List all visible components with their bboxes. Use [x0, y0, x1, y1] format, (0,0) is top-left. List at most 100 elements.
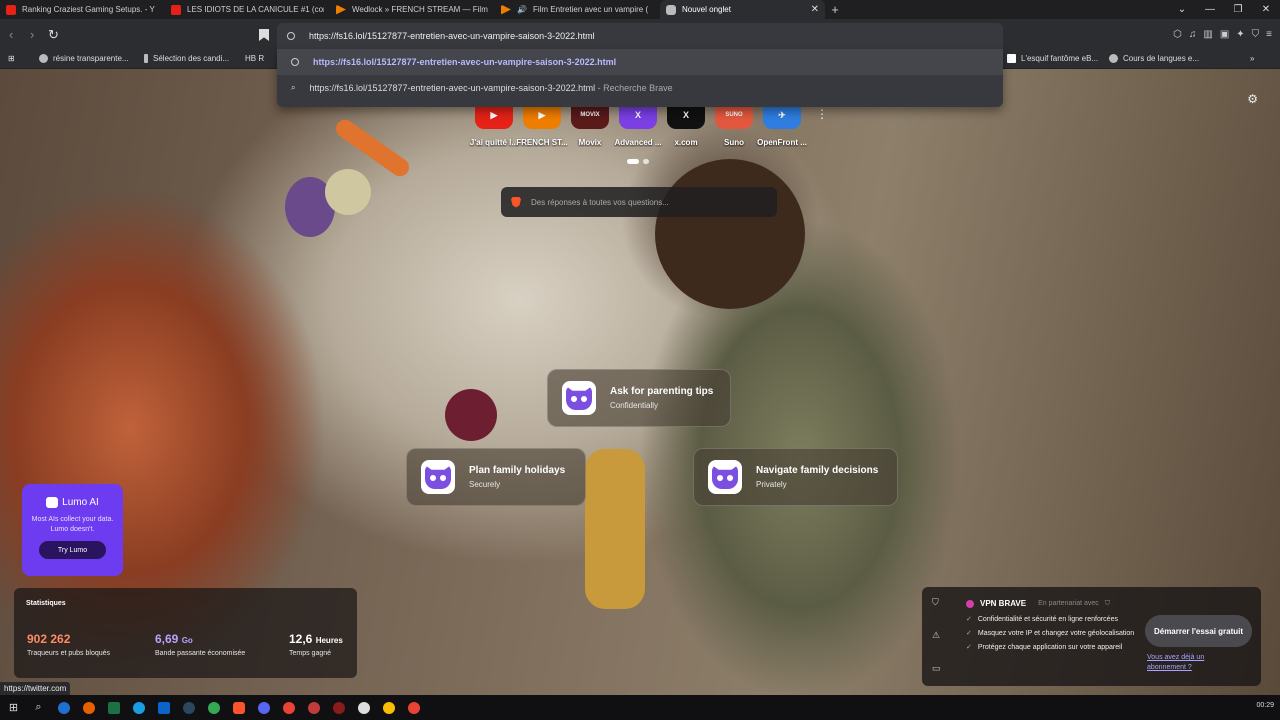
play-icon — [336, 4, 346, 15]
lumo-cat-icon — [562, 381, 596, 415]
top-site-label: OpenFront ... — [757, 138, 807, 147]
youtube-icon — [6, 4, 16, 15]
prompt-card-decisions[interactable]: Navigate family decisions Privately — [693, 448, 898, 506]
github-icon[interactable] — [355, 699, 372, 716]
wallet-icon[interactable]: ▣ — [1220, 29, 1229, 40]
chrome-icon[interactable] — [405, 699, 422, 716]
speaker-icon[interactable]: 🔊 — [517, 5, 527, 14]
bookmark-item[interactable]: Sélection des candi... — [144, 54, 229, 63]
stat-label: Temps gagné — [289, 650, 332, 657]
firefox-icon[interactable] — [80, 699, 97, 716]
stat-unit: Go — [181, 636, 193, 645]
top-site-label: FRENCH ST... — [516, 138, 568, 147]
minimize-icon[interactable]: — — [1196, 0, 1224, 19]
lumo-description: Most AIs collect your data. Lumo doesn't… — [31, 516, 114, 533]
new-tab-button[interactable]: + — [825, 0, 845, 19]
suggestion-suffix: - Recherche Brave — [597, 83, 673, 93]
top-site[interactable]: MOVIX Movix — [566, 101, 614, 147]
outlook-icon[interactable] — [55, 699, 72, 716]
stat-time: 12,6 Heures Temps gagné — [289, 632, 343, 657]
brave-icon[interactable] — [230, 699, 247, 716]
warning-icon[interactable]: ⚠ — [932, 630, 941, 641]
shield-icon[interactable]: ⛉ — [932, 597, 941, 608]
check-icon: ✓ — [966, 630, 972, 637]
leo-ai-icon[interactable]: ✦ — [1236, 29, 1244, 40]
address-bar[interactable]: https://fs16.lol/15127877-entretien-avec… — [277, 23, 1003, 49]
tab-close-icon[interactable]: ✕ — [811, 4, 819, 15]
address-bar-value[interactable]: https://fs16.lol/15127877-entretien-avec… — [309, 31, 595, 41]
guardian-logo-icon: ⛉ — [1104, 599, 1111, 607]
excel-icon[interactable] — [105, 699, 122, 716]
vpn-shield-icon[interactable]: ⛉ — [1252, 29, 1260, 40]
extensions-icon[interactable]: ⬡ — [1173, 29, 1182, 40]
start-trial-button[interactable]: Démarrer l'essai gratuit — [1145, 615, 1252, 647]
pager-dot[interactable] — [643, 159, 649, 164]
search-input[interactable]: Des réponses à toutes vos questions... — [501, 187, 777, 217]
prompt-card-holidays[interactable]: Plan family holidays Securely — [406, 448, 586, 506]
restore-icon[interactable]: ❐ — [1224, 0, 1252, 19]
tab-ranking-gaming[interactable]: Ranking Craziest Gaming Setups. - Y — [0, 0, 165, 19]
steam-icon[interactable] — [180, 699, 197, 716]
mail-icon[interactable] — [155, 699, 172, 716]
edge-icon[interactable] — [130, 699, 147, 716]
top-site-label: Movix — [578, 138, 602, 147]
top-site[interactable]: ▶ J'ai quitté l... — [470, 101, 518, 147]
bookmark-item[interactable]: résine transparente... — [39, 54, 129, 63]
tab-search-icon[interactable]: ⌄ — [1168, 0, 1196, 19]
tab-wedlock[interactable]: Wedlock » FRENCH STREAM — Film — [330, 0, 495, 19]
search-icon[interactable]: ⌕ — [30, 699, 47, 716]
stat-trackers: 902 262 Traqueurs et pubs bloqués — [27, 632, 110, 657]
already-subscribed-link[interactable]: Vous avez déjà un abonnement ? — [1147, 653, 1237, 673]
sidebar-icon[interactable]: ▥ — [1203, 29, 1212, 40]
top-site[interactable]: ✈ OpenFront ... — [757, 101, 807, 147]
top-sites-pager[interactable] — [627, 159, 649, 164]
tab-entretien-vampire[interactable]: 🔊 Film Entretien avec un vampire ( — [495, 0, 660, 19]
globe-icon — [287, 32, 295, 40]
new-tab-page: ⚙ ▶ J'ai quitté l... ▶ FRENCH ST... MOVI… — [0, 69, 1280, 695]
vpn-feature-text: Confidentialité et sécurité en ligne ren… — [977, 616, 1118, 623]
tab-new-tab[interactable]: Nouvel onglet ✕ — [660, 0, 825, 19]
brave-icon — [666, 4, 676, 15]
lumo-logo-icon — [46, 497, 59, 508]
windows-start-icon[interactable]: ⊞ — [5, 699, 22, 716]
media-icon[interactable]: ♫ — [1189, 29, 1197, 40]
ticket-icon[interactable]: ▭ — [932, 663, 941, 674]
bookmark-item[interactable]: L'esquif fantôme eB... — [1007, 54, 1098, 63]
chrome-icon[interactable] — [380, 699, 397, 716]
suggestion-search[interactable]: ⌕ https://fs16.lol/15127877-entretien-av… — [277, 75, 1003, 101]
site-icon — [1109, 54, 1118, 63]
brave-lion-icon — [511, 196, 521, 208]
stat-unit: Heures — [315, 636, 343, 645]
prompt-card-parenting[interactable]: Ask for parenting tips Confidentially — [547, 369, 731, 427]
discord-icon[interactable] — [255, 699, 272, 716]
pager-dot-active[interactable] — [627, 159, 639, 164]
top-site[interactable]: X Advanced ... — [614, 101, 662, 147]
omnibox-suggestions: https://fs16.lol/15127877-entretien-avec… — [277, 49, 1003, 107]
vpn-title: VPN BRAVE — [980, 599, 1027, 608]
suggestion-url[interactable]: https://fs16.lol/15127877-entretien-avec… — [277, 49, 1003, 75]
more-options-icon[interactable]: ⋮ — [816, 107, 828, 121]
tab-title: Wedlock » FRENCH STREAM — Film — [352, 5, 488, 14]
bookmark-item[interactable]: Cours de langues e... — [1109, 54, 1199, 63]
apps-grid-icon[interactable]: ⊞ — [8, 54, 15, 63]
top-site[interactable]: X x.com — [662, 101, 710, 147]
forward-arrow-icon[interactable]: › — [30, 27, 34, 42]
close-window-icon[interactable]: ✕ — [1252, 0, 1280, 19]
menu-icon[interactable]: ≡ — [1266, 29, 1272, 40]
try-lumo-button[interactable]: Try Lumo — [39, 541, 106, 559]
bookmark-item[interactable]: HB R — [245, 54, 264, 63]
tab-idiots-canicule[interactable]: LES IDIOTS DE LA CANICULE #1 (con — [165, 0, 330, 19]
reload-icon[interactable]: ↻ — [48, 27, 59, 43]
back-arrow-icon[interactable]: ‹ — [9, 27, 13, 42]
chrome-icon[interactable] — [205, 699, 222, 716]
app-icon[interactable] — [305, 699, 322, 716]
chrome-icon[interactable] — [280, 699, 297, 716]
suggestion-text: https://fs16.lol/15127877-entretien-avec… — [309, 83, 596, 93]
app-icon[interactable] — [330, 699, 347, 716]
top-site[interactable]: ▶ FRENCH ST... — [516, 101, 568, 147]
top-sites: ▶ J'ai quitté l... ▶ FRENCH ST... MOVIX … — [470, 101, 807, 147]
bookmarks-overflow-icon[interactable]: » — [1250, 54, 1254, 63]
top-site[interactable]: SUNO Suno — [710, 101, 758, 147]
stat-value: 902 262 — [27, 632, 71, 646]
settings-gear-icon[interactable]: ⚙ — [1247, 92, 1258, 106]
